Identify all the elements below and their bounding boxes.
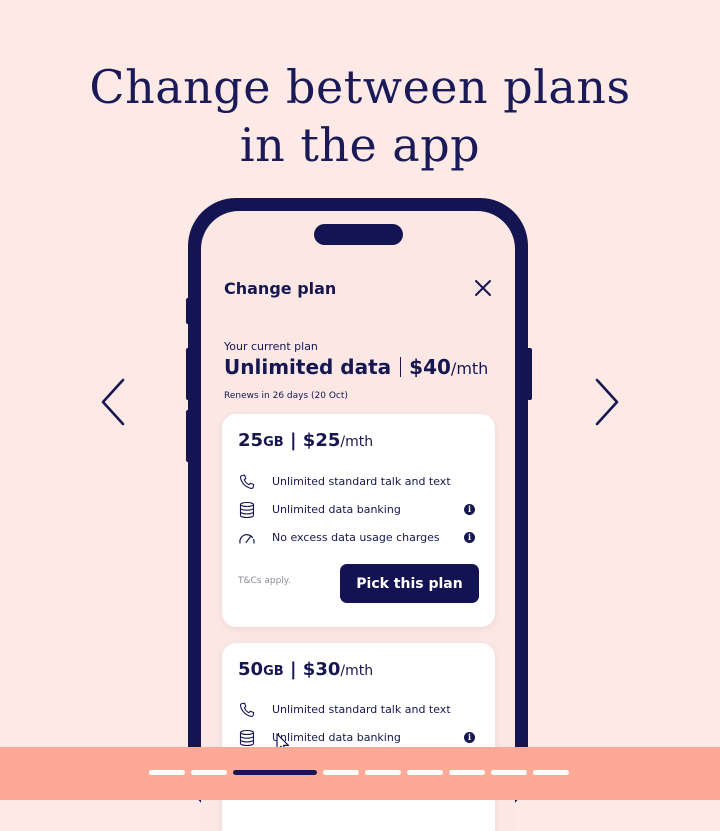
divider <box>400 357 402 377</box>
terms-text: T&Cs apply. <box>238 576 291 586</box>
carousel-dot[interactable] <box>407 770 443 775</box>
plan-price: $25 <box>302 430 341 451</box>
headline-line-1: Change between plans <box>89 60 631 114</box>
feature-text: Unlimited standard talk and text <box>272 475 451 488</box>
plan-card: 50GB | $30/mth Unlimited standard talk a… <box>222 643 495 831</box>
next-slide-button[interactable] <box>591 378 621 426</box>
plan-price: $30 <box>302 659 341 680</box>
chevron-left-icon <box>101 378 125 426</box>
plan-amount: 25 <box>238 430 264 451</box>
speedometer-icon <box>239 534 255 544</box>
current-plan-name: Unlimited data <box>224 355 392 379</box>
carousel-dot[interactable] <box>149 770 185 775</box>
plan-separator: | <box>289 430 297 451</box>
plan-feature: Unlimited data banking i <box>238 729 483 747</box>
current-plan-price: $40 <box>409 355 451 379</box>
dynamic-island <box>314 224 403 245</box>
feature-text: No excess data usage charges <box>272 531 440 544</box>
carousel-dot-active[interactable] <box>233 770 317 775</box>
headline-line-2: in the app <box>239 118 481 172</box>
plan-unit: GB <box>263 664 284 679</box>
plan-period: /mth <box>340 663 374 679</box>
phone-icon <box>239 702 255 717</box>
feature-text: Unlimited data banking <box>272 503 401 516</box>
carousel-dot[interactable] <box>533 770 569 775</box>
close-button[interactable] <box>473 278 493 298</box>
database-icon <box>239 729 255 747</box>
info-icon[interactable]: i <box>464 504 475 515</box>
plan-unit: GB <box>263 435 284 450</box>
database-icon <box>239 501 255 519</box>
plan-card: 25GB | $25/mth Unlimited standard talk a… <box>222 414 495 627</box>
info-icon[interactable]: i <box>464 532 475 543</box>
plan-feature: Unlimited standard talk and text <box>238 473 483 491</box>
plan-period: /mth <box>340 434 374 450</box>
info-icon[interactable]: i <box>464 732 475 743</box>
chevron-right-icon <box>595 378 619 426</box>
prev-slide-button[interactable] <box>99 378 129 426</box>
phone-mockup: Change plan Your current plan Unlimited … <box>188 198 528 831</box>
sheet-title: Change plan <box>224 279 337 298</box>
pick-plan-button[interactable]: Pick this plan <box>340 564 479 603</box>
feature-text: Unlimited standard talk and text <box>272 703 451 716</box>
renewal-text: Renews in 26 days (20 Oct) <box>224 391 348 401</box>
plan-separator: | <box>289 659 297 680</box>
feature-text: Unlimited data banking <box>272 731 401 744</box>
plan-feature: No excess data usage charges i <box>238 529 483 547</box>
carousel-dot[interactable] <box>449 770 485 775</box>
carousel-indicators <box>0 770 720 775</box>
carousel-dot[interactable] <box>323 770 359 775</box>
plan-title: 25GB | $25/mth <box>238 430 373 451</box>
plan-title: 50GB | $30/mth <box>238 659 373 680</box>
plan-feature: Unlimited standard talk and text <box>238 701 483 719</box>
current-plan-label: Your current plan <box>224 340 318 353</box>
phone-icon <box>239 474 255 489</box>
plan-amount: 50 <box>238 659 264 680</box>
carousel-dot[interactable] <box>491 770 527 775</box>
plan-feature: Unlimited data banking i <box>238 501 483 519</box>
carousel-dot[interactable] <box>191 770 227 775</box>
current-plan-period: /mth <box>450 359 489 378</box>
close-icon <box>475 280 491 296</box>
phone-screen: Change plan Your current plan Unlimited … <box>201 211 515 831</box>
carousel-dot[interactable] <box>365 770 401 775</box>
current-plan: Unlimited data $40/mth <box>224 355 488 379</box>
